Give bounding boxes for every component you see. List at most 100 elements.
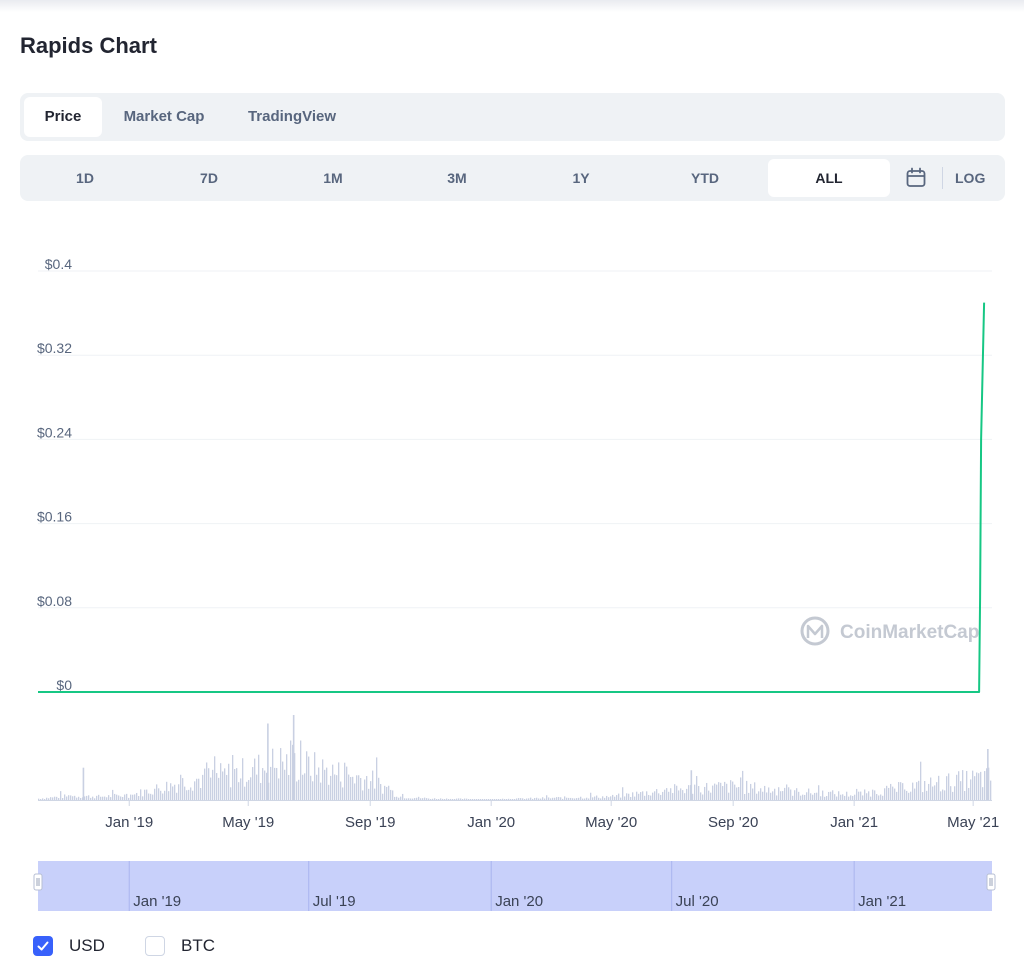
volume-bar [40,799,42,800]
volume-bar [400,796,402,800]
volume-bar [186,790,188,800]
volume-bar [722,786,724,800]
volume-bar [388,785,390,800]
volume-bar [858,791,860,800]
volume-bar [854,794,856,800]
volume-bar [450,798,452,800]
volume-bar [392,790,394,800]
volume-bar [384,785,386,800]
volume-bar [658,793,660,800]
volume-bar [740,777,742,800]
volume-bar [904,789,906,800]
navigator-tick-label: Jul '20 [676,893,719,910]
volume-bar [686,788,688,800]
volume-bar [584,798,586,800]
volume-bar [368,788,370,800]
range-navigator[interactable]: Jan '19 Jul '19 Jan '20 Jul '20 Jan '21 [33,861,996,911]
volume-bar [746,780,748,800]
btc-checkbox[interactable] [145,936,165,956]
volume-bar [112,789,114,800]
volume-bar [926,790,928,800]
volume-bar [582,798,584,800]
volume-bar [234,769,236,800]
volume-bar [644,795,646,800]
volume-bar [340,781,342,800]
volume-bar [536,797,538,800]
volume-bar [166,781,168,800]
volume-bar [766,792,768,800]
volume-bar [866,793,868,800]
volume-bar [304,773,306,800]
volume-bar [954,786,956,800]
volume-bar [200,788,202,800]
volume-bar [632,792,634,800]
usd-toggle[interactable]: USD [33,934,105,958]
volume-bar [778,787,780,800]
volume-bar [316,774,318,800]
volume-bar [428,798,430,800]
volume-bar [270,766,272,800]
volume-bar [742,770,744,800]
volume-bar [394,796,396,800]
coinmarketcap-logo-icon [800,616,830,646]
volume-bar [274,767,276,800]
volume-bar [494,799,496,800]
volume-bar [706,782,708,800]
volume-bar [178,784,180,800]
volume-bar [934,785,936,800]
volume-bar [646,791,648,800]
volume-bar [408,798,410,800]
volume-bar [396,796,398,800]
volume-bar [406,798,408,800]
volume-bar [908,792,910,800]
volume-bar [810,793,812,800]
usd-checkbox[interactable] [33,936,53,956]
volume-bar [466,798,468,800]
volume-bar [402,793,404,800]
volume-bar [468,799,470,800]
volume-bar [154,788,156,800]
volume-bar [436,799,438,800]
volume-bar [92,796,94,800]
navigator-handle-left[interactable] [33,873,43,891]
volume-bar [206,762,208,800]
volume-bar [46,797,48,800]
btc-toggle[interactable]: BTC [145,934,215,958]
volume-bar [892,786,894,800]
x-tick-label: Jan '19 [105,814,153,831]
navigator-handle-right[interactable] [986,873,996,891]
navigator-tick-label: Jan '21 [858,893,906,910]
y-axis-ticks: $0.4 $0.32 $0.24 $0.16 $0.08 $0 [37,256,72,693]
volume-bar [360,778,362,800]
volume-bar [656,789,658,800]
volume-bar [822,790,824,800]
volume-bar [332,764,334,800]
volume-bar [600,798,602,800]
volume-bar [664,789,666,800]
volume-bar [324,769,326,800]
coinmarketcap-logo-mark [806,624,824,638]
volume-bar [260,782,262,800]
volume-bar [370,781,372,800]
volume-bar [532,798,534,800]
volume-bar [630,796,632,800]
volume-bar [940,791,942,800]
volume-bar [202,774,204,800]
volume-bar [720,782,722,800]
volume-bar [910,791,912,800]
volume-bar [182,778,184,800]
volume-bar [924,780,926,800]
volume-bar [126,793,128,800]
volume-bar [588,798,590,800]
volume-bar [168,791,170,800]
volume-bar [198,778,200,800]
volume-bar [702,794,704,800]
price-chart[interactable]: $0.4 $0.32 $0.24 $0.16 $0.08 $0 CoinMarketCap… [0,0,1024,930]
volume-bar [248,780,250,800]
volume-bar [842,794,844,800]
volume-bar [634,796,636,800]
volume-bar [838,791,840,800]
volume-bar [820,796,822,800]
volume-bar [474,799,476,800]
volume-bar [730,780,732,800]
